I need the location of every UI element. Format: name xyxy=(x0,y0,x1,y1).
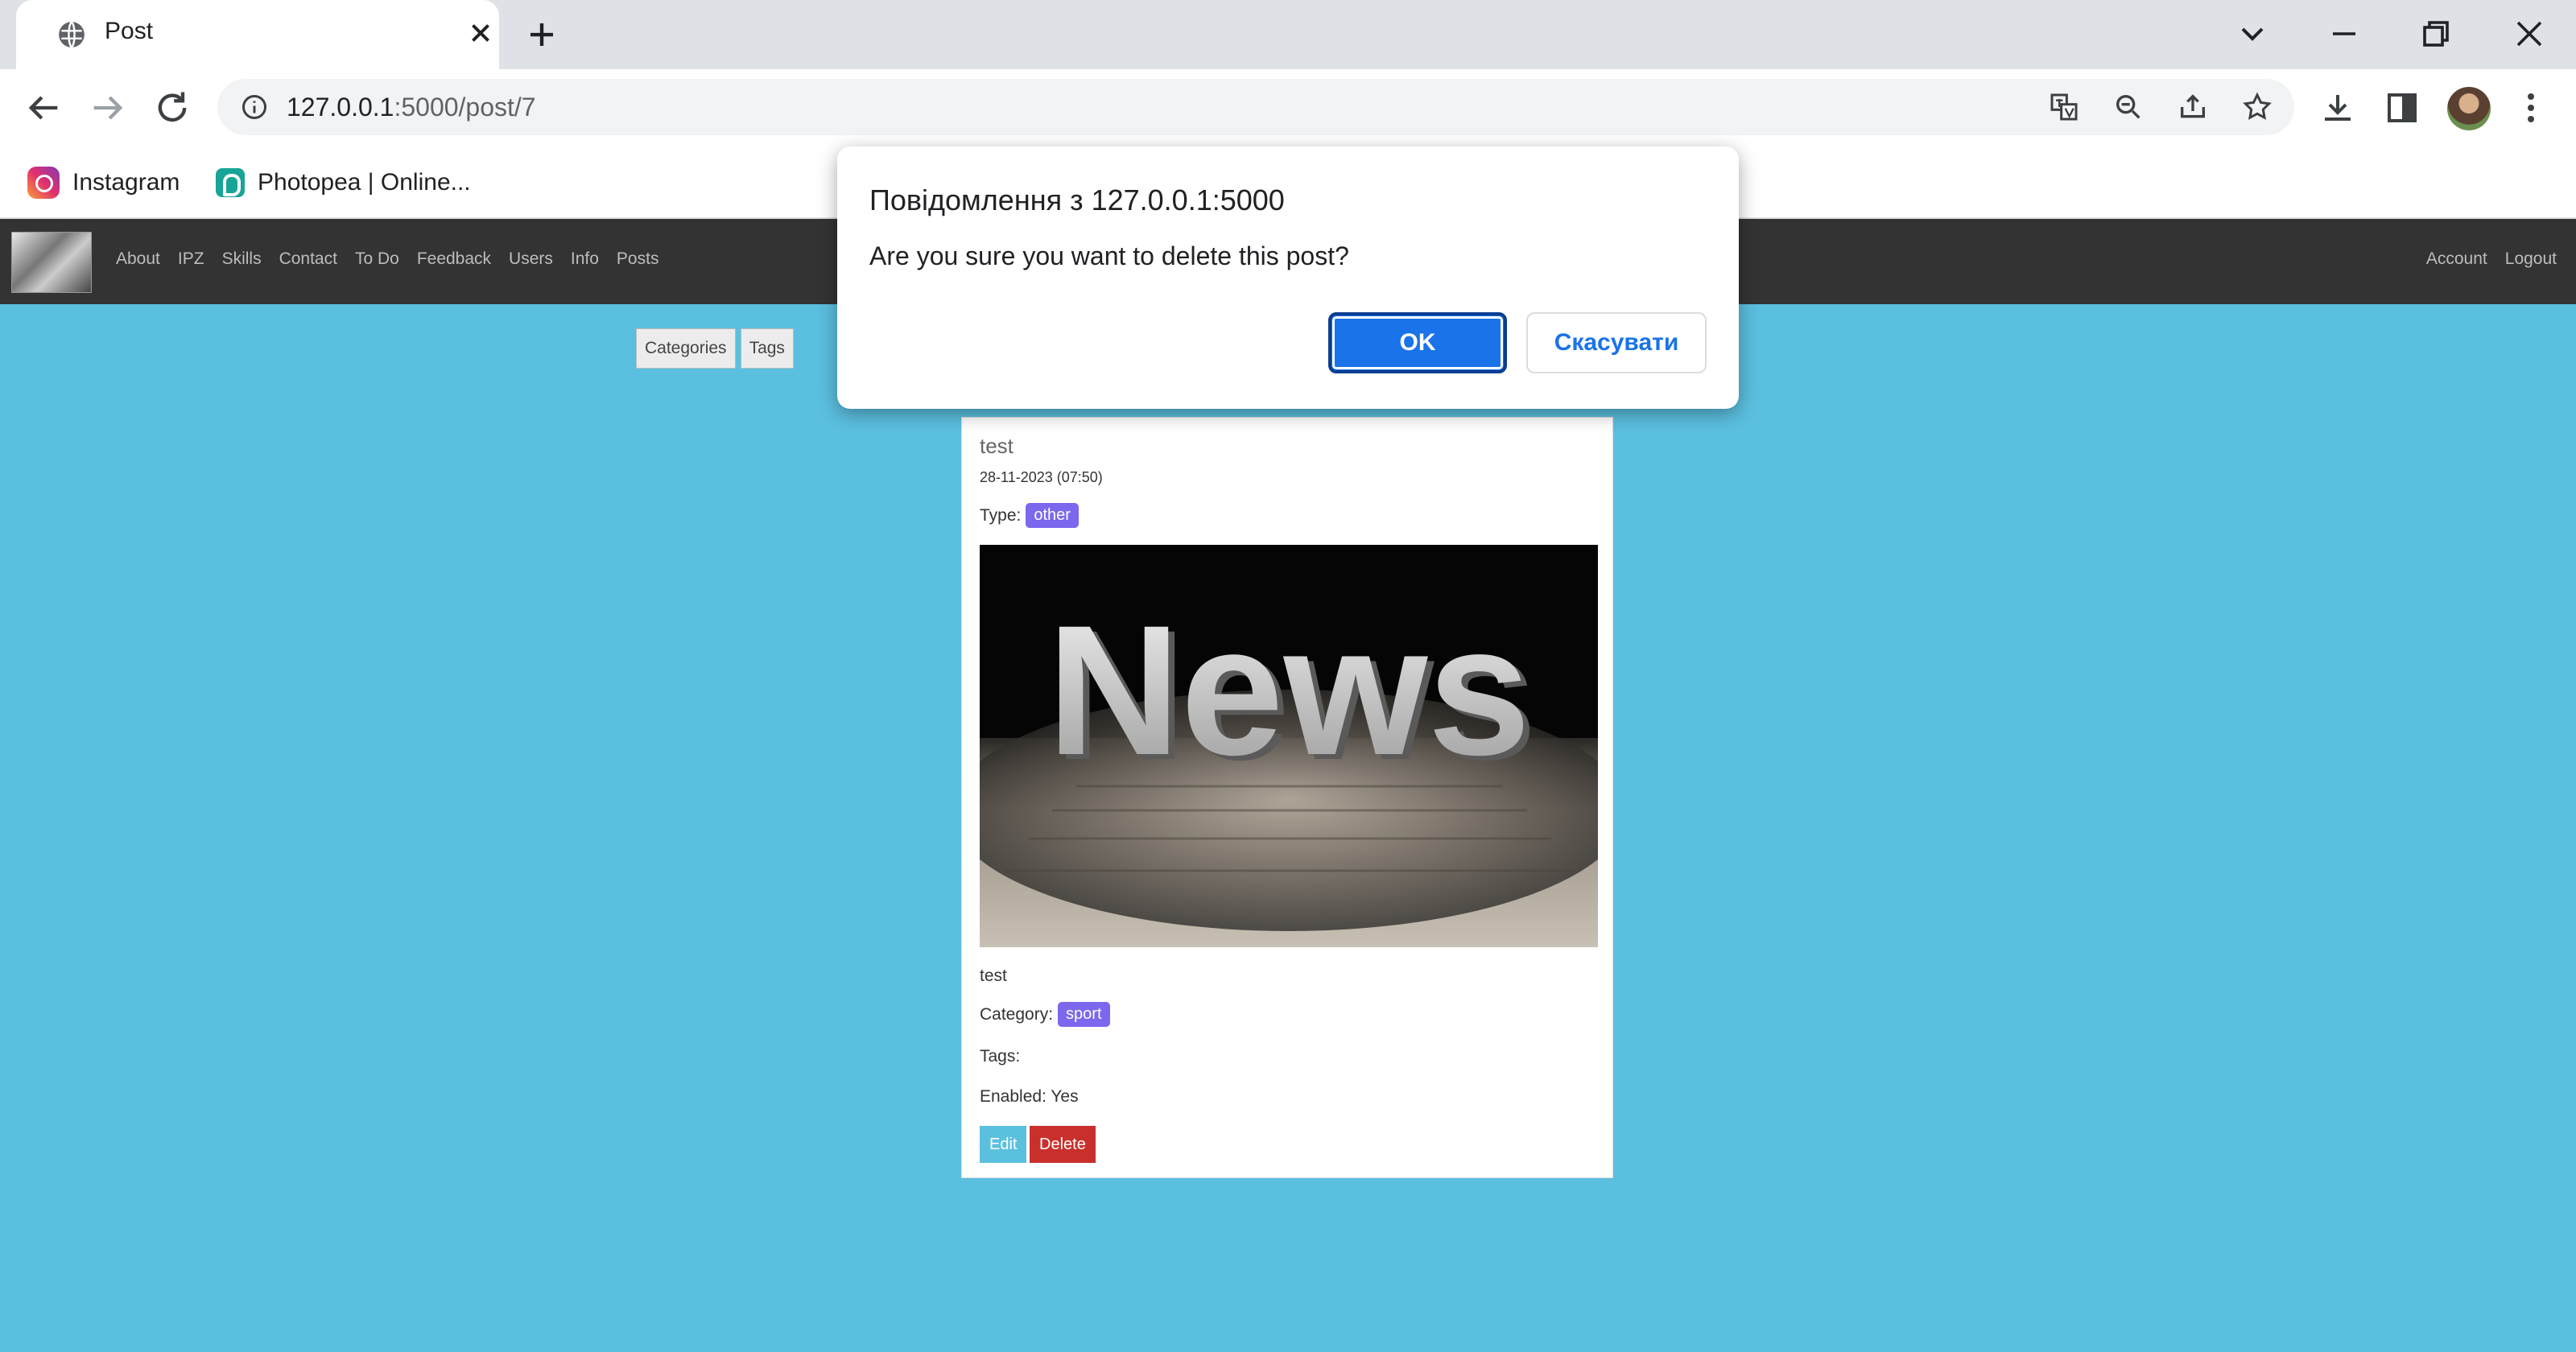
share-icon[interactable] xyxy=(2177,91,2209,123)
post-body: test xyxy=(980,967,1007,985)
menu-dots-icon[interactable] xyxy=(2512,89,2550,127)
post-card: test 28-11-2023 (07:50) Type: other News… xyxy=(961,417,1613,1178)
nav-link-account[interactable]: Account xyxy=(2426,249,2487,269)
dialog-message: Are you sure you want to delete this pos… xyxy=(869,241,1349,270)
zoom-out-icon[interactable] xyxy=(2112,91,2145,123)
nav-link-contact[interactable]: Contact xyxy=(279,249,337,269)
category-badge: sport xyxy=(1058,1002,1110,1027)
image-text: News xyxy=(1047,587,1531,793)
post-tags: Tags: xyxy=(980,1047,1021,1066)
bookmark-label: Instagram xyxy=(72,169,180,196)
post-category-row: Category: sport xyxy=(980,1002,1110,1027)
nav-link-logout[interactable]: Logout xyxy=(2505,249,2557,269)
close-window-icon[interactable] xyxy=(2510,14,2549,53)
tags-button[interactable]: Tags xyxy=(740,328,794,369)
restore-icon[interactable] xyxy=(2417,14,2455,53)
post-title: test xyxy=(980,434,1013,458)
post-enabled: Enabled: Yes xyxy=(980,1087,1079,1106)
close-tab-icon[interactable] xyxy=(465,18,496,48)
photopea-icon xyxy=(216,168,245,197)
bookmark-label: Photopea | Online... xyxy=(258,169,471,196)
nav-links: About IPZ Skills Contact To Do Feedback … xyxy=(116,249,658,269)
post-image: News News xyxy=(980,545,1598,947)
confirm-dialog: Повідомлення з 127.0.0.1:5000 Are you su… xyxy=(837,146,1739,409)
nav-link-posts[interactable]: Posts xyxy=(617,249,659,269)
browser-toolbar: 127.0.0.1:5000/post/7 xyxy=(0,69,2576,146)
address-bar[interactable]: 127.0.0.1:5000/post/7 xyxy=(217,79,2294,135)
ok-button[interactable]: OK xyxy=(1328,312,1507,373)
nav-link-users[interactable]: Users xyxy=(509,249,553,269)
instagram-icon xyxy=(27,167,60,199)
nav-link-info[interactable]: Info xyxy=(571,249,599,269)
url-host: 127.0.0.1 xyxy=(287,93,394,122)
nav-link-feedback[interactable]: Feedback xyxy=(417,249,491,269)
nav-link-todo[interactable]: To Do xyxy=(355,249,399,269)
tab-title: Post xyxy=(105,18,154,44)
type-label: Type: xyxy=(980,505,1022,525)
tab-strip: Post xyxy=(0,0,2576,69)
profile-avatar[interactable] xyxy=(2447,87,2491,130)
delete-button[interactable]: Delete xyxy=(1030,1126,1096,1163)
back-icon[interactable] xyxy=(23,87,64,129)
nav-link-skills[interactable]: Skills xyxy=(222,249,262,269)
post-type-row: Type: other xyxy=(980,503,1079,528)
nav-link-about[interactable]: About xyxy=(116,249,160,269)
post-date: 28-11-2023 (07:50) xyxy=(980,469,1103,485)
new-tab-icon[interactable] xyxy=(525,18,559,52)
bookmark-star-icon[interactable] xyxy=(2241,91,2273,123)
tab-search-icon[interactable] xyxy=(2233,14,2272,53)
nav-right-links: Account Logout xyxy=(2426,249,2557,269)
type-badge: other xyxy=(1026,503,1079,528)
bookmark-photopea[interactable]: Photopea | Online... xyxy=(216,164,471,201)
bookmark-instagram[interactable]: Instagram xyxy=(27,164,180,201)
site-info-icon[interactable] xyxy=(240,93,269,122)
download-icon[interactable] xyxy=(2318,89,2357,127)
posts-subnav: Categories Tags xyxy=(636,328,794,369)
reload-icon[interactable] xyxy=(151,87,193,129)
minimize-icon[interactable] xyxy=(2325,14,2363,53)
side-panel-icon[interactable] xyxy=(2383,89,2421,127)
edit-button[interactable]: Edit xyxy=(980,1126,1027,1163)
category-label: Category: xyxy=(980,1004,1054,1024)
nav-link-ipz[interactable]: IPZ xyxy=(178,249,204,269)
browser-tab[interactable]: Post xyxy=(16,0,499,69)
dialog-title: Повідомлення з 127.0.0.1:5000 xyxy=(869,183,1285,216)
globe-icon xyxy=(59,21,85,48)
cancel-button[interactable]: Скасувати xyxy=(1526,312,1707,373)
url-path: :5000/post/7 xyxy=(394,93,536,122)
translate-icon[interactable] xyxy=(2048,91,2080,123)
categories-button[interactable]: Categories xyxy=(636,328,736,369)
url-text: 127.0.0.1:5000/post/7 xyxy=(287,93,536,122)
site-logo[interactable] xyxy=(11,232,92,293)
forward-icon[interactable] xyxy=(87,87,129,129)
